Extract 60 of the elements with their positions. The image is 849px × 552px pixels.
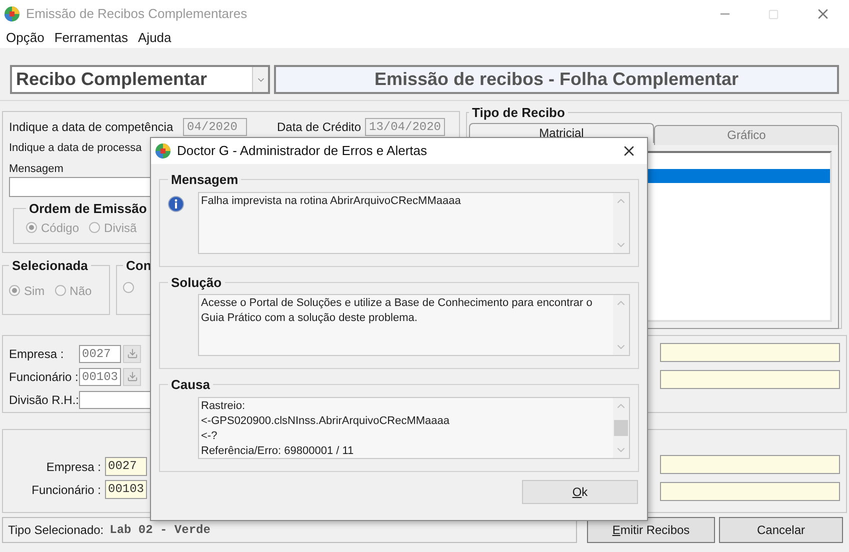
group-title: Ordem de Emissão bbox=[28, 200, 148, 218]
app-logo-icon bbox=[155, 143, 171, 159]
header-title: Emissão de recibos - Folha Complementar bbox=[374, 68, 739, 91]
field-label: Empresa : bbox=[9, 346, 65, 362]
receipt-type-dropdown[interactable]: Recibo Complementar bbox=[10, 65, 270, 94]
field-label: Data de Crédito bbox=[277, 119, 362, 136]
download-icon[interactable] bbox=[126, 371, 138, 382]
message-text: Rastreio: bbox=[201, 398, 246, 414]
text-area[interactable]: Falha imprevista na rotina AbrirArquivoCRecMMaaaa bbox=[198, 192, 630, 254]
text-area[interactable]: Acesse o Portal de Soluções e utilize a Base de Conhecimento para encontrar o Guia Prático com a solução deste problema. bbox=[198, 294, 630, 356]
field-label: Indique a data de competência bbox=[9, 119, 174, 136]
message-text: Referência/Erro: 69800001 / 11 bbox=[201, 444, 355, 458]
group-title: Solução bbox=[170, 274, 223, 292]
window-title: Emissão de Recibos Complementares bbox=[26, 5, 248, 24]
field-label: Mensagem bbox=[9, 162, 64, 176]
dialog-title: Doctor G - Administrador de Erros e Alertas bbox=[177, 142, 427, 160]
scrollbar[interactable] bbox=[613, 192, 629, 252]
code-field[interactable]: 0027 bbox=[79, 344, 121, 362]
field-label: Empresa : bbox=[45, 458, 102, 476]
maximize-icon[interactable] bbox=[768, 8, 779, 20]
input-field[interactable] bbox=[660, 482, 840, 501]
download-icon[interactable] bbox=[126, 348, 138, 359]
group-title: Tipo de Recibo bbox=[471, 104, 566, 122]
field-label: Funcionário : bbox=[30, 482, 102, 498]
group-title: Causa bbox=[170, 376, 212, 394]
status-value: Lab 02 - Verde bbox=[110, 522, 210, 539]
message-text: Falha imprevista na rotina AbrirArquivoCRecMMaaaa bbox=[201, 194, 462, 208]
group-title: Selecionada bbox=[11, 257, 89, 275]
message-text: <-GPS020900.clsNInss.AbrirArquivoCRecMMaaaa bbox=[201, 414, 451, 428]
group-title: Con bbox=[125, 257, 152, 275]
message-text: <-? bbox=[201, 428, 218, 444]
ok-button[interactable]: Ok bbox=[522, 480, 638, 504]
app-logo-icon bbox=[4, 6, 20, 22]
menu-item[interactable]: Ferramentas bbox=[49, 28, 134, 48]
scroll-thumb[interactable] bbox=[614, 420, 628, 436]
text-area[interactable]: Rastreio: <-GPS020900.clsNInss.AbrirArquivoCRecMMaaaa <-? Referência/Erro: 69800001 / 11 bbox=[198, 396, 630, 458]
message-text: Acesse o Portal de Soluções e utilize a Base de Conhecimento para encontrar o Guia Prático com a solução deste problema. bbox=[201, 296, 594, 326]
download-button[interactable] bbox=[123, 344, 141, 362]
cancel-button[interactable]: Cancelar bbox=[719, 517, 843, 543]
input-field[interactable] bbox=[79, 390, 153, 408]
input-field[interactable]: 00103 bbox=[105, 480, 147, 499]
scrollbar[interactable] bbox=[613, 398, 629, 458]
field-label: Indique a data de processa bbox=[9, 141, 142, 156]
group-title: Mensagem bbox=[170, 171, 240, 189]
field-label: Divisão R.H.: bbox=[9, 392, 79, 408]
scrollbar[interactable] bbox=[613, 295, 629, 355]
code-field[interactable]: 00103 bbox=[79, 368, 121, 386]
download-button[interactable] bbox=[123, 368, 141, 386]
input-field[interactable] bbox=[660, 455, 840, 474]
field-label: Funcionário : bbox=[9, 368, 79, 386]
menu-item[interactable]: Ajuda bbox=[133, 28, 176, 48]
input-field[interactable] bbox=[660, 370, 840, 389]
input-field[interactable]: 0027 bbox=[105, 457, 147, 476]
info-icon bbox=[168, 196, 184, 212]
tab[interactable]: Gráfico bbox=[654, 124, 839, 144]
radio-button[interactable] bbox=[123, 282, 134, 292]
emit-receipts-button[interactable]: Emitir Recibos bbox=[587, 517, 715, 543]
menu-item[interactable]: Opção bbox=[1, 28, 50, 48]
status-label: Tipo Selecionado: bbox=[8, 522, 104, 539]
input-field[interactable] bbox=[660, 343, 840, 362]
